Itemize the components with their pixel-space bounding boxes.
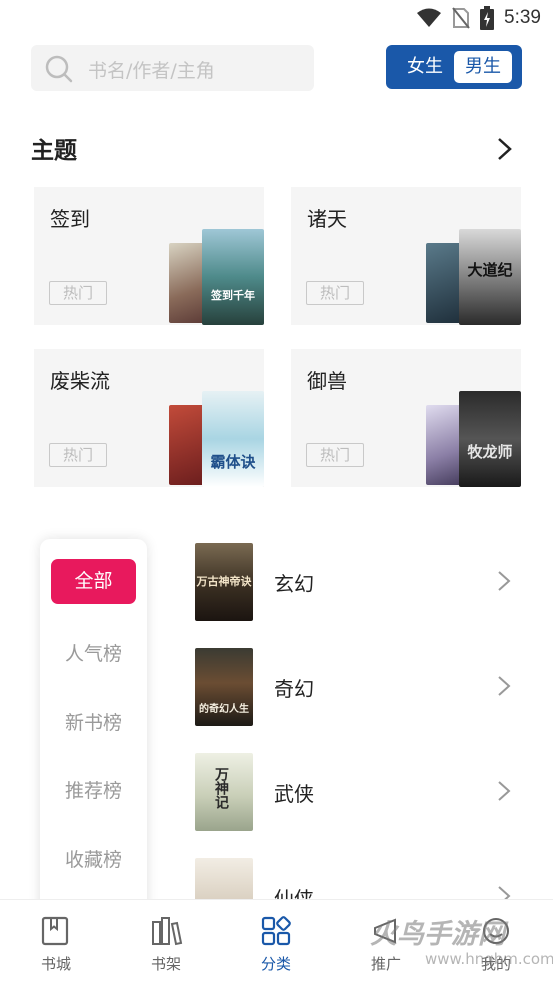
chevron-right-icon xyxy=(498,676,511,696)
book-cover: 的奇幻人生 xyxy=(195,648,253,726)
hot-tag: 热门 xyxy=(306,281,364,305)
topic-title: 御兽 xyxy=(307,369,347,393)
nav-label: 书架 xyxy=(150,955,181,973)
nav-bookstore[interactable]: 书城 xyxy=(11,900,101,984)
genre-label: 武侠 xyxy=(274,782,314,806)
search-placeholder: 书名/作者/主角 xyxy=(88,60,215,82)
topic-card-zhutian[interactable]: 诸天 热门 大道纪 xyxy=(291,187,521,325)
category-tab-new[interactable]: 新书榜 xyxy=(40,708,147,735)
book-cover: 大道纪 xyxy=(459,229,521,325)
category-tab-all[interactable]: 全部 xyxy=(51,559,136,604)
hot-tag: 热门 xyxy=(306,443,364,467)
topic-card-qiandao[interactable]: 签到 热门 签到千年 xyxy=(34,187,264,325)
bookshelf-icon xyxy=(152,917,183,946)
nav-bookshelf[interactable]: 书架 xyxy=(121,900,211,984)
book-cover: 万古神帝诀 xyxy=(195,543,253,621)
battery-charging-icon xyxy=(480,6,495,30)
category-grid-icon xyxy=(261,916,291,946)
category-sidebar: 全部 人气榜 新书榜 推荐榜 收藏榜 xyxy=(40,539,147,919)
topic-card-yushou[interactable]: 御兽 热门 牧龙师 xyxy=(291,349,521,487)
topic-card-feichailiu[interactable]: 废柴流 热门 霸体诀 xyxy=(34,349,264,487)
nav-category[interactable]: 分类 xyxy=(231,900,321,984)
gender-male-button[interactable]: 男生 xyxy=(454,51,512,83)
status-bar: 5:39 xyxy=(0,0,553,38)
search-icon xyxy=(45,55,73,83)
book-icon xyxy=(41,916,69,946)
chevron-right-icon xyxy=(498,571,511,591)
hot-tag: 热门 xyxy=(49,281,107,305)
hot-tag: 热门 xyxy=(49,443,107,467)
genre-label: 玄幻 xyxy=(274,572,314,596)
nav-label: 分类 xyxy=(260,955,291,973)
book-cover: 霸体诀 xyxy=(202,391,264,487)
genre-label: 奇幻 xyxy=(274,677,314,701)
wifi-icon xyxy=(417,8,442,27)
book-cover: 牧龙师 xyxy=(459,391,521,487)
search-input[interactable]: 书名/作者/主角 xyxy=(31,45,314,91)
status-icons: 5:39 xyxy=(416,6,541,30)
topic-title: 诸天 xyxy=(307,207,347,231)
no-sim-icon xyxy=(452,7,470,29)
book-cover: 万神记 xyxy=(195,753,253,831)
genre-row-xuanhuan[interactable]: 万古神帝诀 玄幻 xyxy=(195,543,525,621)
chevron-right-icon[interactable] xyxy=(494,137,514,161)
category-tab-recommended[interactable]: 推荐榜 xyxy=(40,776,147,803)
topics-title: 主题 xyxy=(31,138,77,164)
topic-title: 签到 xyxy=(50,207,90,231)
book-cover: 签到千年 xyxy=(202,229,264,325)
category-tab-popular[interactable]: 人气榜 xyxy=(40,639,147,666)
gender-female-button[interactable]: 女生 xyxy=(394,45,456,89)
topic-title: 废柴流 xyxy=(50,369,110,393)
nav-label: 推广 xyxy=(370,955,401,973)
nav-label: 书城 xyxy=(40,955,71,973)
gender-toggle[interactable]: 女生 男生 xyxy=(386,45,522,89)
category-tab-favorites[interactable]: 收藏榜 xyxy=(40,845,147,872)
genre-row-wuxia[interactable]: 万神记 武侠 xyxy=(195,753,525,831)
genre-row-qihuan[interactable]: 的奇幻人生 奇幻 xyxy=(195,648,525,726)
watermark: 火鸟手游网 xyxy=(370,919,505,950)
chevron-right-icon xyxy=(498,781,511,801)
watermark-url: www.hnqbm.com xyxy=(425,950,553,968)
status-time: 5:39 xyxy=(504,7,541,28)
